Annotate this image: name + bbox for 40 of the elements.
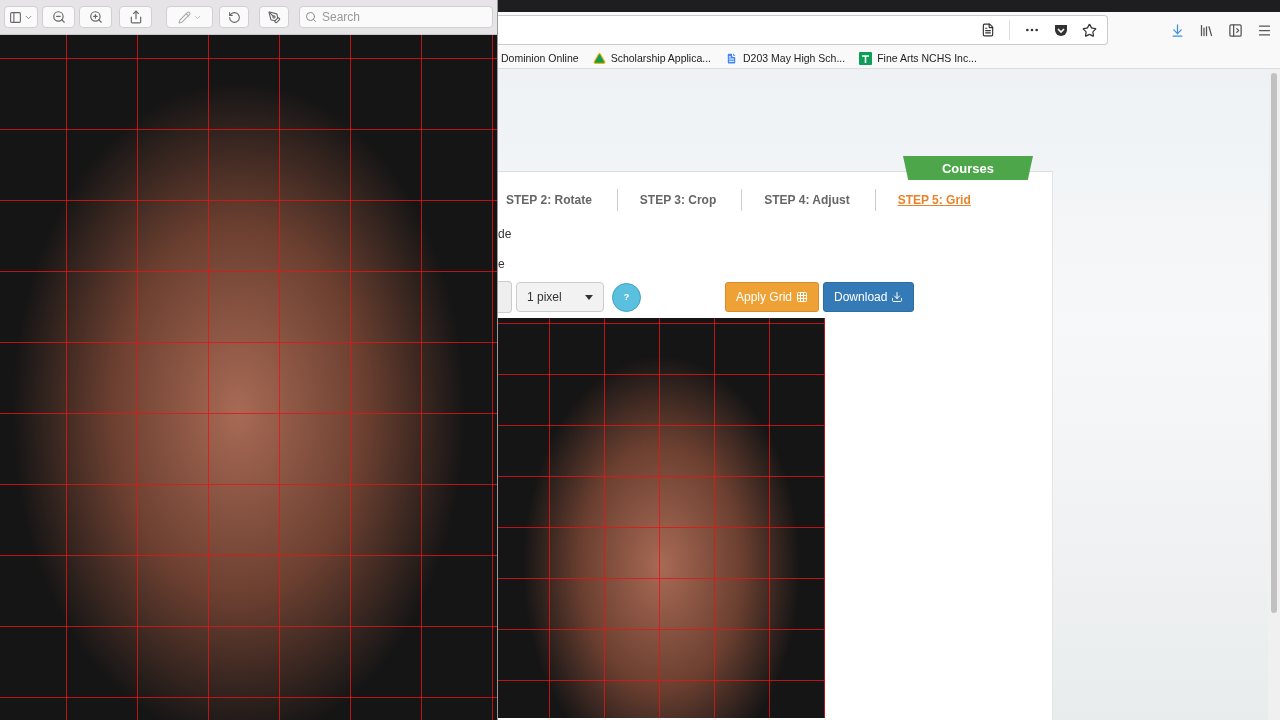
step-tab[interactable]: STEP 4: Adjust (764, 193, 875, 207)
rotate-button[interactable] (219, 6, 249, 28)
download-icon (891, 291, 904, 303)
scrollbar[interactable] (1268, 69, 1280, 720)
grid-icon (796, 291, 809, 303)
zoom-out-icon (51, 10, 66, 24)
pencil-icon (177, 10, 191, 24)
field-label: e (498, 257, 506, 271)
menu-icon[interactable] (1257, 22, 1272, 38)
download-icon[interactable] (1170, 22, 1185, 38)
courses-ribbon[interactable]: Courses (903, 156, 1033, 180)
library-icon[interactable] (1199, 22, 1214, 38)
download-button[interactable]: Download (823, 282, 915, 312)
document-icon (725, 51, 739, 65)
bookmark-link[interactable]: D203 May High Sch... (725, 51, 846, 65)
step-tab[interactable]: STEP 3: Crop (639, 193, 742, 207)
bookmark-link[interactable]: Dominion Online (501, 52, 579, 64)
sidebar-toggle-button[interactable] (4, 6, 38, 28)
zoom-in-button[interactable] (79, 6, 112, 28)
step-tab[interactable]: STEP 2: Rotate (506, 193, 617, 207)
field-label: de (498, 227, 513, 241)
share-button[interactable] (119, 6, 152, 28)
search-field[interactable]: Search (299, 6, 493, 28)
caret-icon (585, 294, 593, 300)
zoom-in-icon (88, 10, 103, 24)
triangle-icon (592, 51, 606, 65)
pen-nib-icon (267, 10, 281, 24)
bookmark-link[interactable]: Fine Arts NCHS Inc... (859, 51, 977, 65)
sidebar-icon[interactable] (1228, 22, 1243, 38)
zoom-out-button[interactable] (42, 6, 75, 28)
share-icon (128, 10, 143, 24)
line-width-dropdown[interactable]: 1 pixel (516, 282, 604, 312)
sidebar-icon (9, 10, 22, 24)
spreadsheet-icon (859, 51, 873, 65)
bookmark-star-icon[interactable] (1082, 22, 1097, 38)
markup-button[interactable] (259, 6, 289, 28)
reader-view-icon[interactable] (981, 23, 995, 37)
bookmark-link[interactable]: Scholarship Applica... (592, 51, 712, 65)
rotate-icon (227, 10, 241, 24)
pocket-icon[interactable] (1054, 23, 1068, 37)
